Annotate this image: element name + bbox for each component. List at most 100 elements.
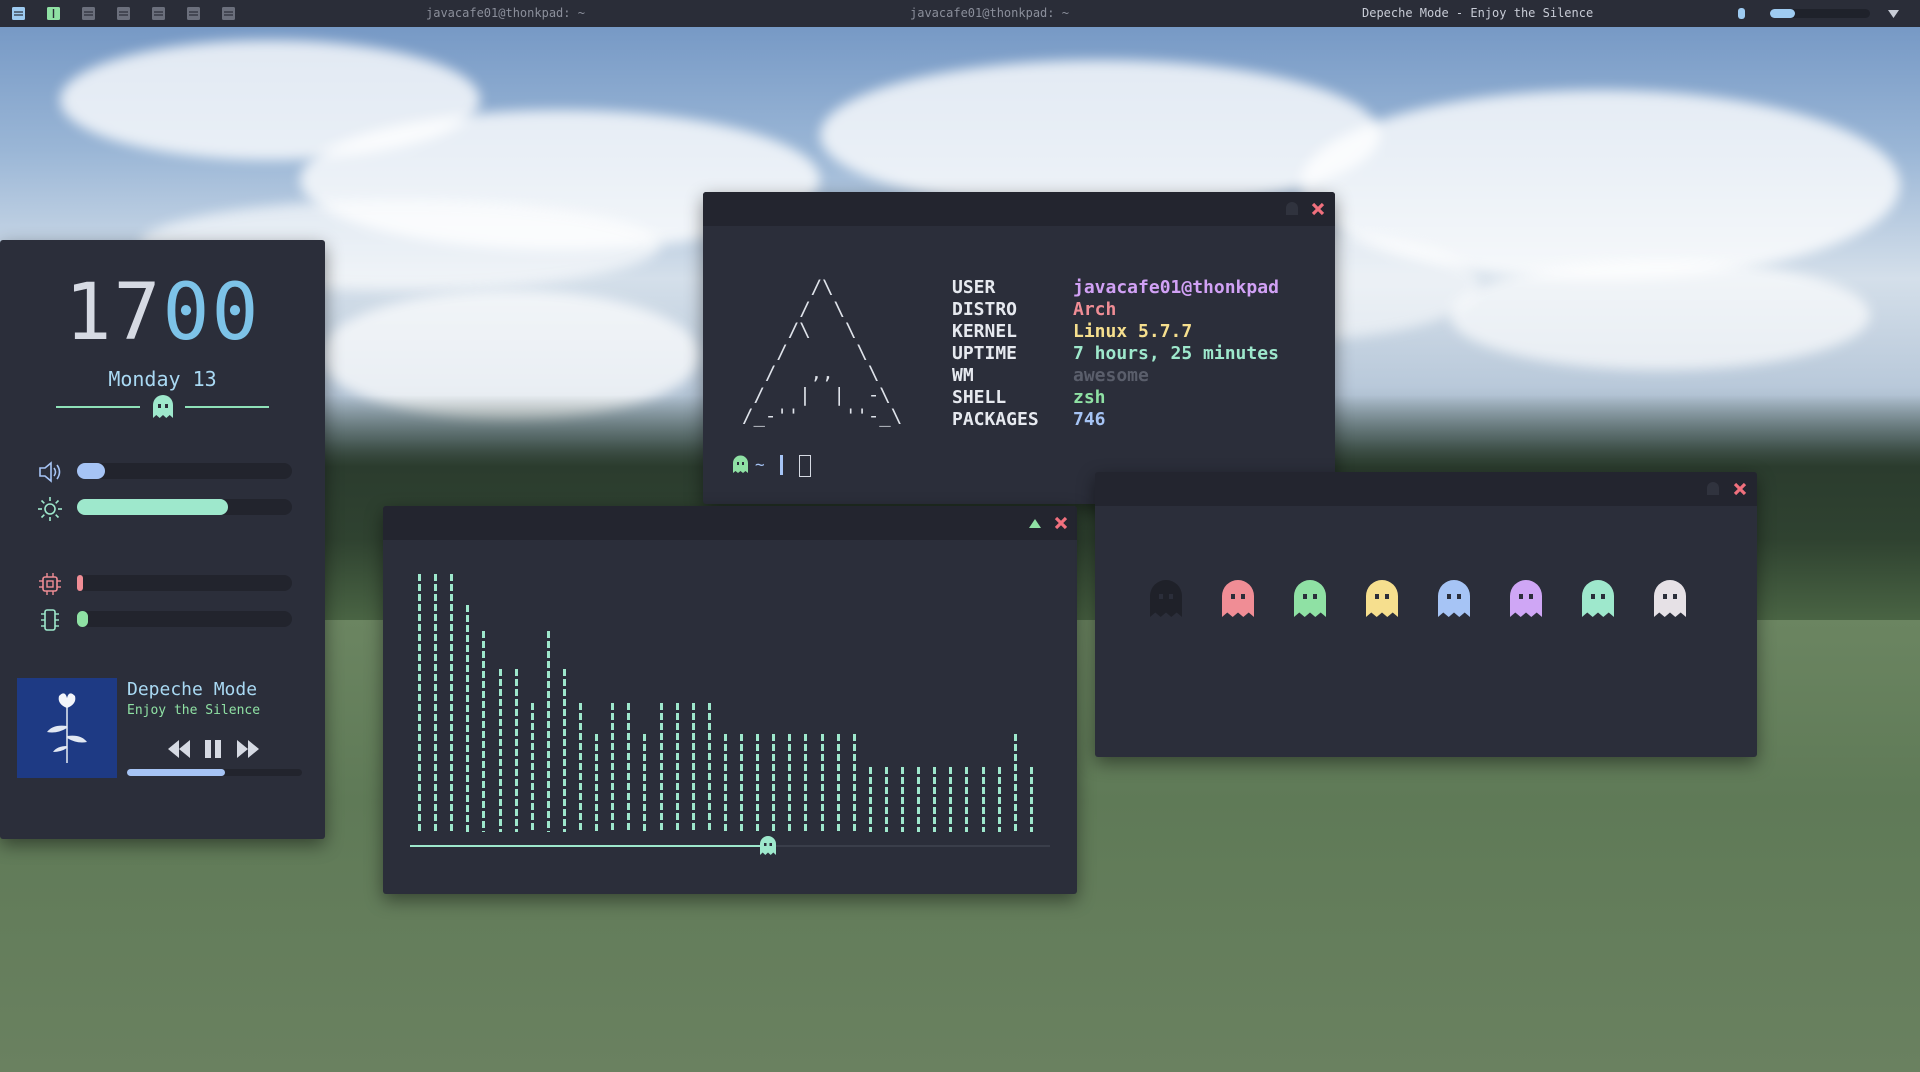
clock-minutes: 00 — [162, 268, 261, 358]
rose-icon — [17, 678, 117, 778]
visualizer-bar — [530, 703, 534, 832]
workspace-3-icon[interactable] — [82, 7, 95, 20]
ghost-progress-knob[interactable] — [759, 836, 777, 856]
info-key-packages: PACKAGES — [952, 409, 1039, 430]
info-value-shell: zsh — [1073, 387, 1106, 408]
task-title-music[interactable]: Depeche Mode - Enjoy the Silence — [1362, 6, 1593, 20]
visualizer-bar — [884, 767, 888, 832]
pause-button[interactable] — [202, 738, 224, 760]
cpu-bar-track — [77, 575, 292, 591]
visualizer-bar — [723, 734, 727, 832]
date-label: Monday 13 — [108, 367, 217, 391]
next-button[interactable] — [236, 738, 260, 760]
info-value-uptime: 7 hours, 25 minutes — [1073, 343, 1279, 364]
clock: 1700 — [0, 268, 325, 358]
info-value-user: javacafe01@thonkpad — [1073, 277, 1279, 298]
close-icon[interactable] — [1732, 481, 1748, 497]
visualizer-bar — [901, 767, 904, 832]
visualizer-bar — [981, 767, 985, 832]
ghost-icon[interactable] — [1284, 201, 1300, 217]
ghost-icon — [1222, 580, 1254, 617]
visualizer-bar — [804, 734, 808, 832]
workspace-5-icon[interactable] — [152, 7, 165, 20]
visualizer-bar — [562, 669, 566, 832]
info-key-user: USER — [952, 277, 996, 298]
ghost-icon — [1582, 580, 1614, 617]
visualizer-bar — [643, 734, 647, 832]
brightness-icon — [38, 497, 62, 521]
visualizer-bar — [868, 767, 872, 832]
ghost-icon — [1654, 580, 1686, 617]
arch-ascii-logo: /\ / \ /\ \ / \ / ,, \ / | | -\ /_-'' ''… — [742, 276, 903, 427]
visualizer-bar — [611, 703, 615, 832]
window-titlebar[interactable] — [1095, 472, 1757, 506]
visualizer-bar — [498, 669, 502, 832]
workspace-1-icon[interactable] — [12, 7, 25, 20]
close-icon[interactable] — [1310, 201, 1326, 217]
workspace-6-icon[interactable] — [187, 7, 200, 20]
visualizer-bar — [627, 703, 631, 832]
ghost-icon — [1366, 580, 1398, 617]
visualizer-bar — [595, 734, 599, 832]
ghost-prompt-icon — [733, 455, 748, 473]
visualizer-bar — [579, 703, 582, 832]
music-artist: Depeche Mode — [127, 679, 258, 700]
close-icon[interactable] — [1053, 515, 1069, 531]
visualizer-progress-track[interactable] — [410, 845, 1050, 847]
visualizer-bar — [434, 574, 438, 832]
visualizer-bar — [965, 767, 969, 832]
previous-button[interactable] — [167, 738, 191, 760]
ghost-icon — [1150, 580, 1182, 617]
visualizer-bar — [772, 734, 776, 832]
volume-icon[interactable] — [1737, 6, 1746, 23]
visualizer-bar — [418, 574, 421, 832]
prompt-path: ~ — [755, 455, 765, 474]
visualizer-bar — [659, 703, 663, 832]
visualizer-bar — [691, 703, 695, 832]
visualizer-bar — [820, 734, 824, 832]
window-titlebar[interactable] — [383, 506, 1077, 540]
window-titlebar[interactable] — [703, 192, 1335, 226]
brightness-slider-track[interactable] — [77, 499, 292, 515]
visualizer-bar — [707, 703, 711, 832]
visualizer-bar — [933, 767, 937, 832]
volume-slider[interactable] — [1770, 9, 1870, 18]
visualizer-window[interactable] — [383, 506, 1077, 894]
divider — [56, 406, 140, 408]
info-key-wm: WM — [952, 365, 974, 386]
volume-slider-track[interactable] — [77, 463, 292, 479]
music-title: Enjoy the Silence — [127, 703, 261, 718]
album-cover — [17, 678, 117, 778]
visualizer-bar — [852, 734, 856, 832]
workspace-7-icon[interactable] — [222, 7, 235, 20]
ghost-icon[interactable] — [1027, 515, 1043, 531]
terminal-cursor[interactable] — [799, 455, 811, 477]
visualizer-bar — [450, 574, 454, 832]
ghost-icon — [1294, 580, 1326, 617]
workspace-2-icon[interactable] — [47, 7, 60, 20]
visualizer-bar — [546, 631, 550, 832]
music-progress-bar[interactable] — [127, 769, 302, 776]
info-value-kernel: Linux 5.7.7 — [1073, 321, 1193, 342]
task-title-terminal-2[interactable]: javacafe01@thonkpad: ~ — [910, 6, 1069, 20]
visualizer-bar — [949, 767, 953, 832]
visualizer-bar — [756, 734, 760, 832]
chevron-down-icon[interactable] — [1888, 8, 1899, 22]
visualizer-bar — [788, 734, 792, 832]
ram-icon — [41, 609, 59, 631]
workspace-4-icon[interactable] — [117, 7, 130, 20]
visualizer-bar — [917, 767, 921, 832]
visualizer-bar — [482, 631, 486, 832]
ram-bar-track — [77, 611, 292, 627]
task-title-terminal-1[interactable]: javacafe01@thonkpad: ~ — [426, 6, 585, 20]
visualizer-bar — [514, 669, 518, 832]
visualizer-bar — [1029, 767, 1033, 832]
info-key-kernel: KERNEL — [952, 321, 1018, 342]
ghost-icon — [1438, 580, 1470, 617]
info-key-uptime: UPTIME — [952, 343, 1018, 364]
ghost-icon — [153, 395, 173, 418]
clock-hours: 17 — [64, 268, 163, 358]
info-value-distro: Arch — [1073, 299, 1117, 320]
info-value-wm: awesome — [1073, 365, 1149, 386]
ghost-icon[interactable] — [1705, 481, 1721, 497]
